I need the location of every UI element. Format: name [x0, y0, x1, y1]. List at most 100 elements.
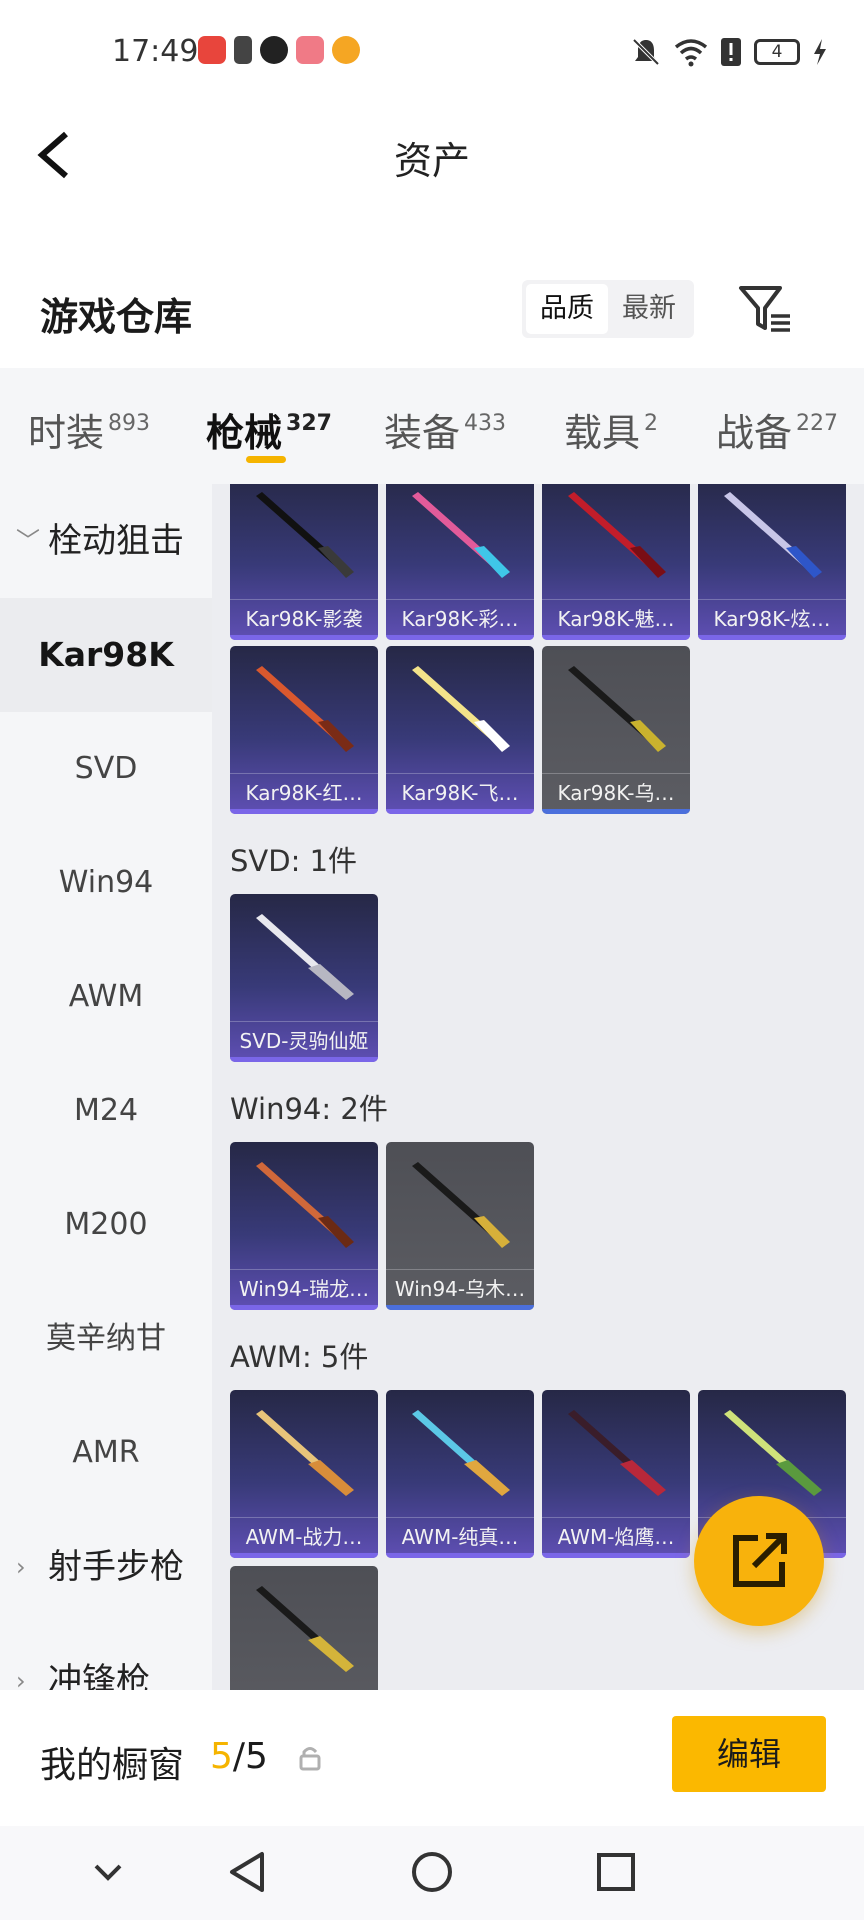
share-icon	[733, 1533, 787, 1587]
sidebar-group-smg[interactable]: › 冲锋枪	[0, 1624, 212, 1690]
weapon-name: Kar98K-红…	[245, 781, 363, 805]
card-divider	[542, 773, 690, 774]
rifle-icon	[412, 1410, 510, 1496]
wifi-icon	[674, 39, 708, 67]
sidebar-item-kar98k[interactable]: Kar98K	[0, 598, 212, 712]
page-title: 资产	[393, 139, 470, 183]
card-divider	[386, 599, 534, 600]
sidebar-item-awm[interactable]: AWM	[0, 940, 212, 1054]
card-divider	[386, 1517, 534, 1518]
chevron-down-icon[interactable]	[76, 1840, 140, 1904]
rifle-icon	[412, 666, 510, 752]
tab-firearms[interactable]: 枪械 327	[206, 402, 332, 457]
nav-back-icon[interactable]	[216, 1840, 280, 1904]
weapon-sidebar: ﹀ 栓动狙击 Kar98K SVD Win94 AWM M24 M200 莫辛纳…	[0, 484, 212, 1690]
sidebar-group-bolt-action[interactable]: ﹀ 栓动狙击	[0, 484, 212, 598]
sort-quality-option[interactable]: 品质	[526, 284, 608, 334]
tab-equipment[interactable]: 装备 433	[384, 402, 506, 457]
tab-supplies[interactable]: 战备 227	[716, 402, 838, 457]
weapon-card[interactable]: AWM-纯真…	[386, 1390, 534, 1558]
tab-label: 装备	[384, 411, 461, 455]
weapon-card[interactable]: AWM-战力…	[230, 1390, 378, 1558]
weapon-card[interactable]: SVD-灵驹仙姬	[230, 894, 378, 1062]
app-badge-icon	[332, 36, 360, 64]
rifle-icon	[256, 1586, 354, 1672]
share-button[interactable]	[694, 1496, 824, 1626]
rarity-bar	[542, 1553, 690, 1558]
nav-recents-icon[interactable]	[584, 1840, 648, 1904]
weapon-card[interactable]: Kar98K-魅…	[542, 484, 690, 640]
rifle-icon	[256, 914, 354, 1000]
sort-newest-option[interactable]: 最新	[608, 284, 690, 334]
weapon-card[interactable]: Kar98K-飞…	[386, 646, 534, 814]
sidebar-group-label: 冲锋枪	[48, 1661, 150, 1690]
showcase-separator: /	[232, 1736, 246, 1777]
rarity-bar	[386, 809, 534, 814]
rarity-bar	[230, 635, 378, 640]
weapon-name: Kar98K-炫…	[713, 607, 831, 631]
rarity-bar	[386, 1553, 534, 1558]
weapon-name: AWM-纯真…	[401, 1525, 519, 1549]
sidebar-item-svd[interactable]: SVD	[0, 712, 212, 826]
sidebar-group-marksman[interactable]: › 射手步枪	[0, 1510, 212, 1624]
sort-toggle: 品质 最新	[522, 280, 694, 338]
weapon-name: Win94-乌木…	[394, 1277, 526, 1301]
card-divider	[386, 773, 534, 774]
showcase-current: 5	[210, 1736, 233, 1777]
weapon-card[interactable]: Win94-瑞龙…	[230, 1142, 378, 1310]
weapon-card[interactable]: Kar98K-红…	[230, 646, 378, 814]
weapon-card[interactable]: AWM-焰鹰…	[542, 1390, 690, 1558]
app-header: 资产	[0, 104, 864, 204]
rifle-icon	[568, 666, 666, 752]
status-app-icons	[198, 36, 360, 64]
category-tab-bar: 时装 893 枪械 327 装备 433 载具 2 战备 227	[0, 368, 864, 484]
rifle-icon	[412, 492, 510, 578]
status-indicators: 4	[630, 36, 828, 68]
edit-button[interactable]: 编辑	[672, 1716, 826, 1792]
rifle-icon	[256, 666, 354, 752]
rifle-icon	[724, 492, 822, 578]
status-time: 17:49	[112, 34, 199, 69]
sidebar-item-win94[interactable]: Win94	[0, 826, 212, 940]
sidebar-item-m200[interactable]: M200	[0, 1168, 212, 1282]
card-divider	[230, 1269, 378, 1270]
sidebar-item-amr[interactable]: AMR	[0, 1396, 212, 1510]
tab-fashion[interactable]: 时装 893	[28, 402, 150, 457]
rifle-icon	[724, 1410, 822, 1496]
category-header-awm: AWM: 5件	[230, 1340, 369, 1374]
weapon-name: Kar98K-飞…	[401, 781, 519, 805]
tab-count: 893	[108, 411, 151, 436]
rifle-icon	[256, 1162, 354, 1248]
showcase-bar: 我的橱窗 5/5 编辑	[0, 1690, 864, 1826]
rarity-bar	[698, 635, 846, 640]
lock-icon	[299, 1747, 321, 1771]
weapon-card[interactable]: Kar98K-乌…	[542, 646, 690, 814]
rifle-icon	[412, 1162, 510, 1248]
card-divider	[230, 599, 378, 600]
rifle-icon	[256, 492, 354, 578]
sim-alert-icon	[721, 38, 741, 66]
sidebar-item-mosin[interactable]: 莫辛纳甘	[0, 1282, 212, 1396]
tab-vehicles[interactable]: 载具 2	[564, 402, 658, 457]
filter-icon[interactable]	[738, 284, 792, 334]
weapon-name: Kar98K-乌…	[557, 781, 675, 805]
card-divider	[542, 599, 690, 600]
weapon-name: AWM-焰鹰…	[557, 1525, 675, 1549]
card-divider	[230, 1517, 378, 1518]
tab-count: 227	[796, 411, 839, 436]
weapon-name: Kar98K-魅…	[557, 607, 675, 631]
tab-active-indicator	[246, 456, 286, 463]
weapon-card[interactable]: Kar98K-炫…	[698, 484, 846, 640]
weapon-card[interactable]	[230, 1566, 378, 1690]
weapon-name: SVD-灵驹仙姬	[239, 1029, 369, 1053]
weapon-card[interactable]: Kar98K-影袭	[230, 484, 378, 640]
charging-icon	[814, 39, 826, 65]
rarity-bar	[230, 1057, 378, 1062]
sidebar-item-m24[interactable]: M24	[0, 1054, 212, 1168]
system-nav-bar	[0, 1826, 864, 1920]
nav-home-icon[interactable]	[400, 1840, 464, 1904]
weapon-card[interactable]: Kar98K-彩…	[386, 484, 534, 640]
weapon-name: Win94-瑞龙…	[238, 1277, 370, 1301]
sidebar-group-label: 射手步枪	[48, 1547, 184, 1587]
weapon-card[interactable]: Win94-乌木…	[386, 1142, 534, 1310]
